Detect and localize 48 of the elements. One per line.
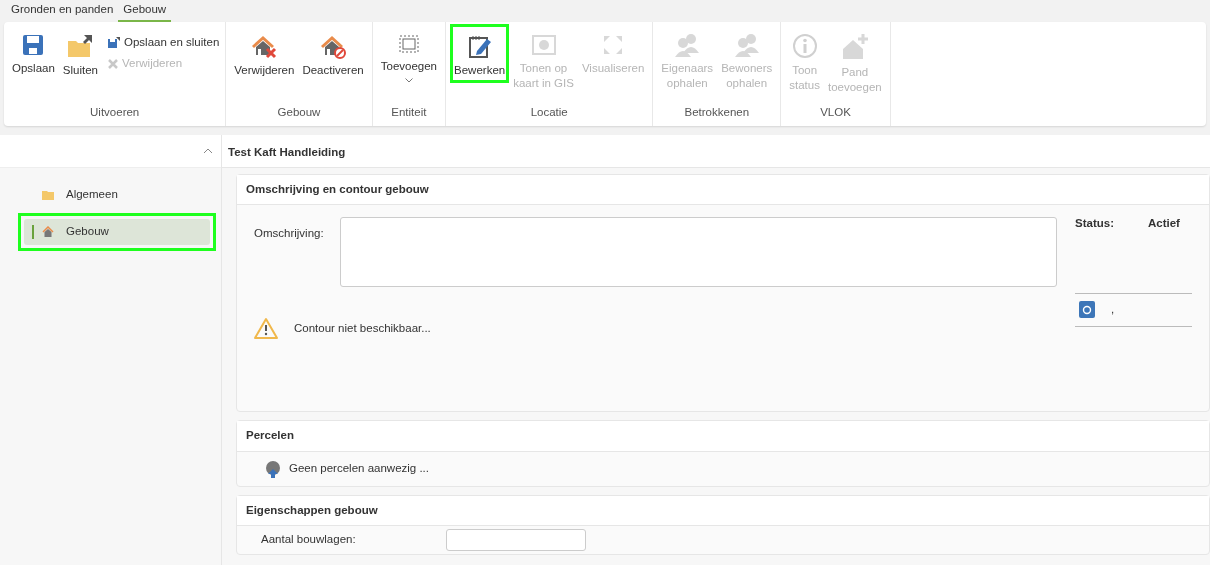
status-value: Actief (1148, 216, 1180, 232)
caret-down-icon (404, 78, 413, 83)
section-title: Percelen (237, 421, 1209, 452)
people-icon (732, 33, 761, 57)
field-label: Omschrijving: (254, 226, 324, 242)
input-field[interactable] (445, 528, 586, 551)
ribbon-group-label: Betrokkenen (683, 104, 751, 120)
parcels-message: Geen percelen aanwezig ... (289, 460, 429, 476)
status-label: Status: (1075, 216, 1114, 232)
address-text: , (1111, 301, 1115, 317)
selection-icon (397, 33, 420, 55)
ribbon-tab[interactable]: Gronden en panden (6, 0, 119, 22)
warning-icon (254, 317, 278, 340)
ribbon-button[interactable]: Opslaan en sluiten (106, 32, 222, 54)
edit-icon (466, 33, 493, 59)
description-field[interactable] (339, 217, 1057, 288)
ribbon-button[interactable]: Verwijderen (230, 24, 299, 83)
folder-icon (66, 33, 95, 59)
contour-message: Contour niet beschikbaar... (294, 320, 431, 336)
ribbon-button[interactable]: Deactiveren (298, 24, 368, 83)
save-icon (21, 33, 46, 57)
ribbon-group-label: Uitvoeren (89, 104, 141, 120)
ribbon-group-label: Locatie (529, 104, 569, 120)
ribbon-button[interactable]: Opslaan (8, 24, 59, 81)
tree-item[interactable]: Gebouw (18, 213, 216, 251)
ribbon-group-label: Gebouw (276, 104, 322, 120)
address-book-icon (1079, 301, 1095, 318)
save-icon (108, 36, 120, 49)
panel-title: Test Kaft Handleiding (222, 135, 1210, 168)
info-icon (791, 33, 818, 59)
ribbon-group-label: VLOK (819, 105, 852, 120)
home-icon (42, 226, 54, 238)
ribbon-button[interactable]: Bewerken (450, 24, 510, 83)
close-icon (108, 58, 118, 69)
collapse-icon (203, 148, 213, 154)
ribbon-group-label: Entiteit (390, 104, 428, 120)
globe-icon (265, 459, 281, 478)
ribbon-button[interactable]: Sluiten (58, 24, 102, 83)
section-title: Eigenschappen gebouw (237, 495, 1209, 526)
folder-icon (42, 189, 54, 200)
field-label: Aantal bouwlagen: (261, 532, 356, 548)
house-icon (250, 33, 279, 59)
people-icon (673, 33, 702, 57)
section-title: Omschrijving en contour gebouw (237, 175, 1209, 206)
ribbon-button[interactable]: Toevoegen (376, 24, 442, 88)
house-plus-icon (840, 33, 869, 61)
house-icon (319, 33, 348, 59)
tree-item[interactable]: Algemeen (18, 176, 216, 214)
